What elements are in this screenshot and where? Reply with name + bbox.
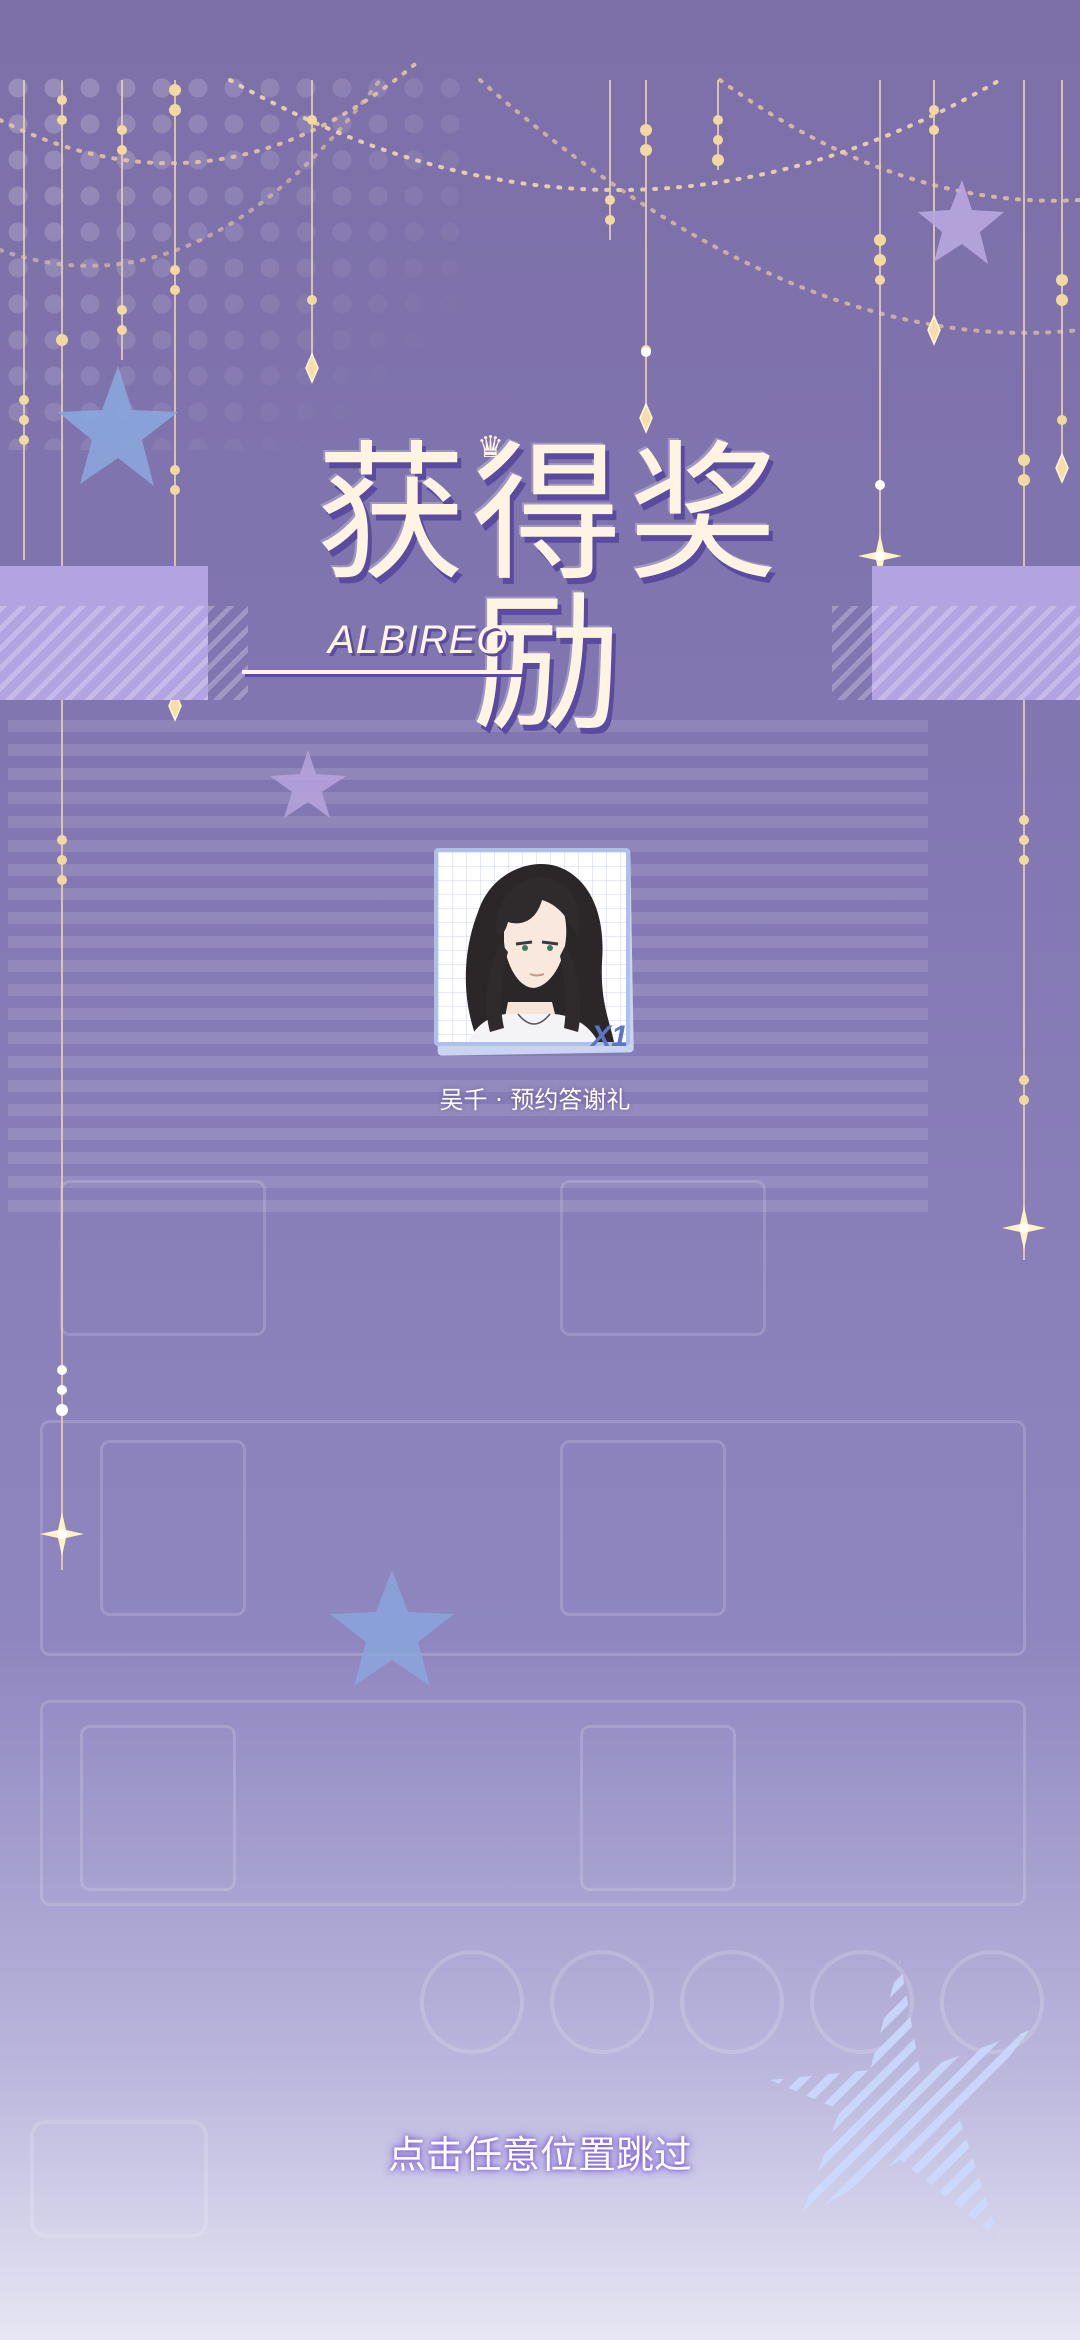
star-icon bbox=[270, 750, 346, 818]
reward-count: X1 bbox=[591, 1020, 628, 1053]
star-icon bbox=[58, 366, 178, 486]
title-underline bbox=[242, 670, 522, 674]
star-icon bbox=[918, 180, 1004, 264]
title-subtitle: ALBIREO bbox=[328, 618, 509, 662]
character-portrait-icon bbox=[465, 863, 614, 1042]
reward-frame bbox=[434, 848, 630, 1046]
title-main: 获得奖励 bbox=[315, 428, 784, 752]
reward-item[interactable]: X1 bbox=[434, 848, 634, 1058]
skip-hint[interactable]: 点击任意位置跳过 bbox=[240, 2124, 840, 2179]
reward-screen: ♛ 获得奖励 ALBIREO X1 吴千 · 预约答谢礼 点击任意位置跳过 bbox=[0, 0, 1080, 2340]
striped-star-icon bbox=[770, 1960, 1030, 2240]
reward-name: 吴千 · 预约答谢礼 bbox=[439, 1086, 631, 1114]
hanging-decorations bbox=[0, 58, 1080, 2240]
title-ribbon-left bbox=[0, 566, 208, 700]
star-icon bbox=[330, 1570, 454, 1686]
title-ribbon-right bbox=[872, 566, 1080, 700]
reward-title: ♛ 获得奖励 ALBIREO bbox=[230, 400, 870, 740]
